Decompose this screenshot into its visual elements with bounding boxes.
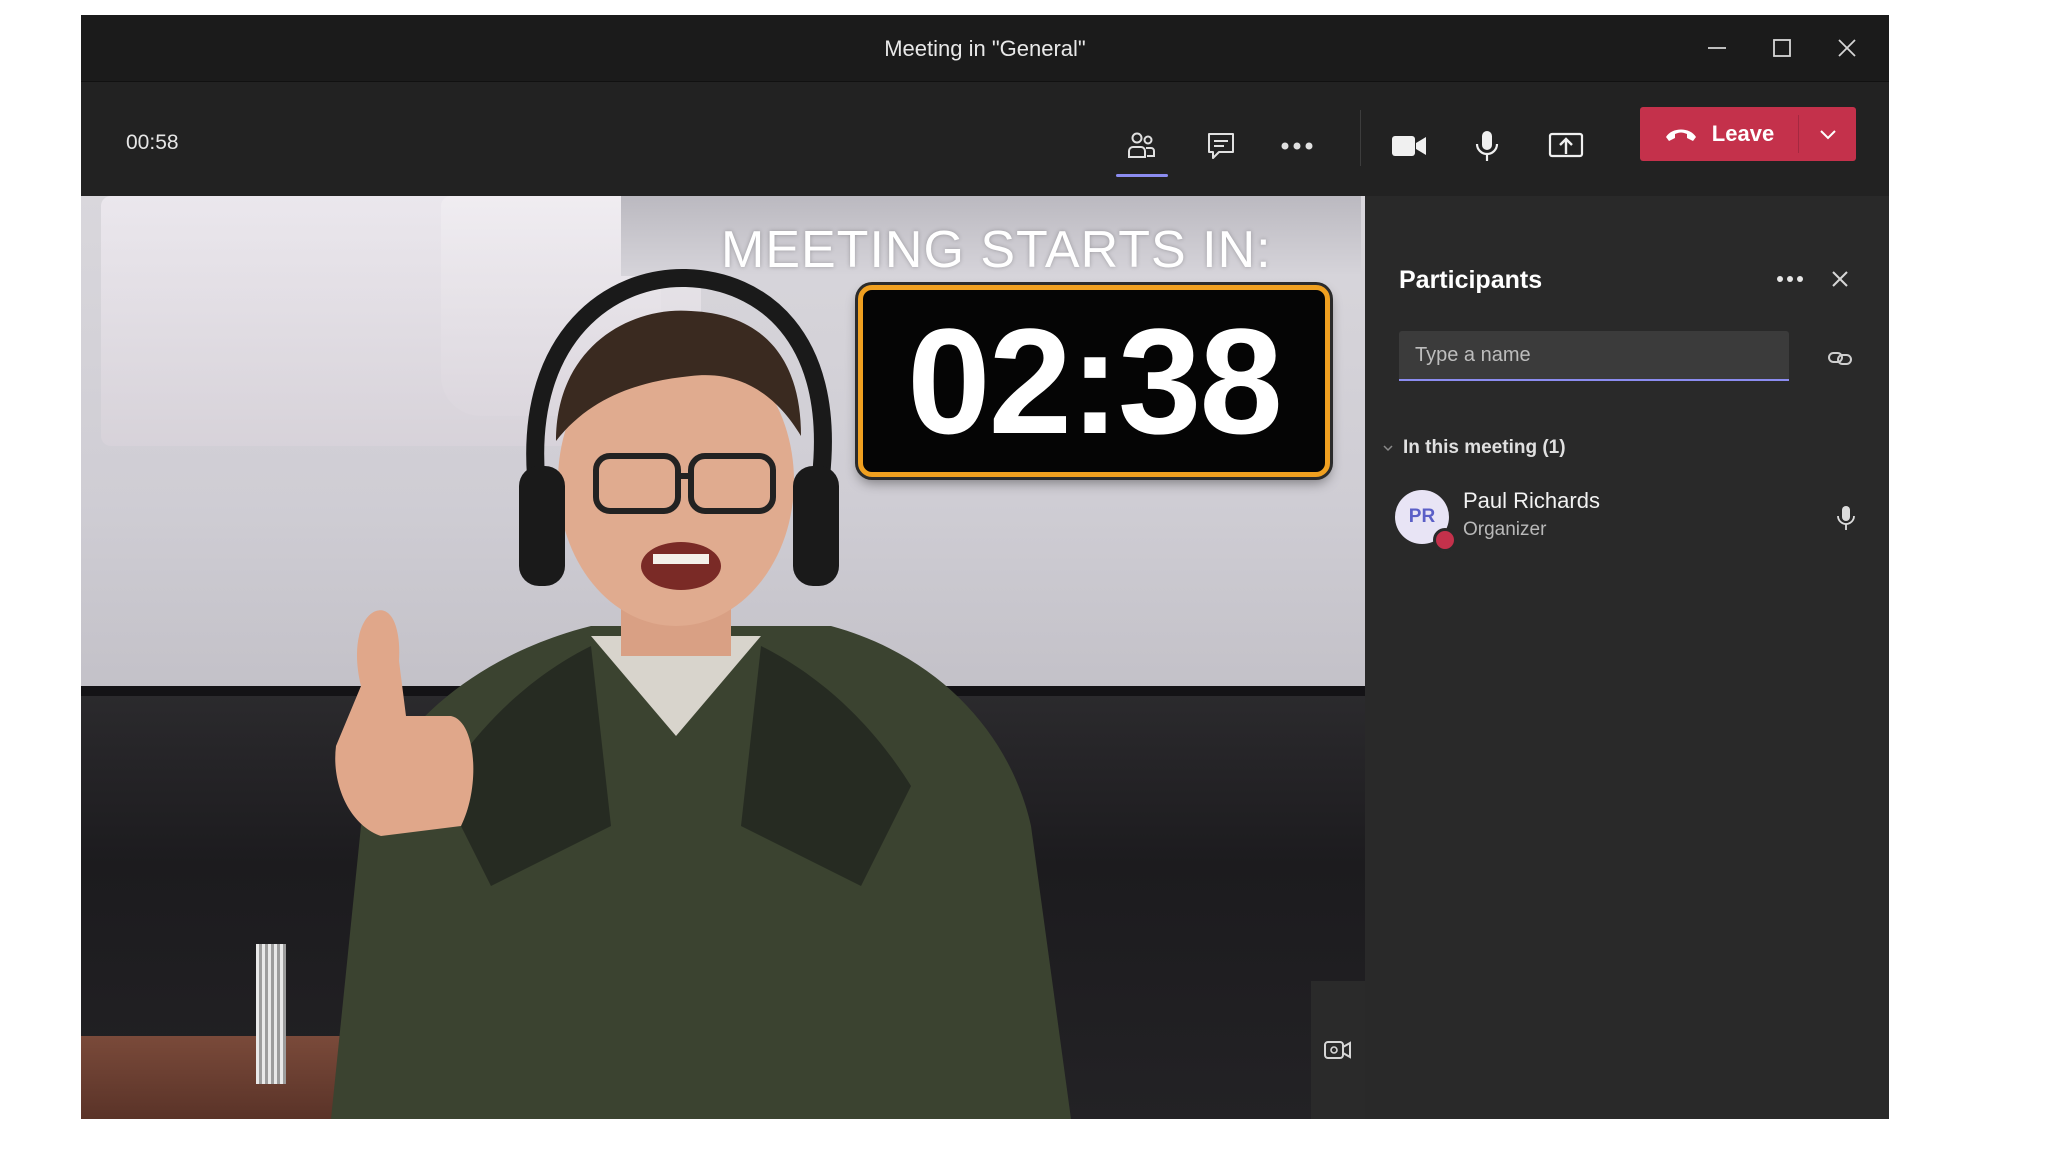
close-participants-panel-button[interactable] xyxy=(1820,259,1860,299)
hang-up-icon xyxy=(1665,129,1696,141)
camera-switch-icon xyxy=(1324,1041,1351,1059)
maximize-button[interactable] xyxy=(1762,28,1802,68)
chat-icon xyxy=(1208,133,1234,159)
participant-search-input[interactable] xyxy=(1399,331,1789,381)
leave-button[interactable]: Leave xyxy=(1640,107,1856,161)
minimize-button[interactable] xyxy=(1697,28,1737,68)
chevron-down-icon xyxy=(1819,130,1836,140)
more-actions-button[interactable] xyxy=(1269,118,1325,174)
participants-panel: Participants In this meeting (1) P xyxy=(1365,196,1889,1119)
participant-list-item[interactable]: PR Paul Richards Organizer xyxy=(1395,486,1865,554)
more-icon xyxy=(1281,142,1313,150)
camera-icon xyxy=(1392,136,1426,156)
participants-panel-title: Participants xyxy=(1399,266,1543,294)
title-bar: Meeting in "General" xyxy=(81,15,1889,82)
in-meeting-section-label: In this meeting (1) xyxy=(1403,437,1566,458)
participant-role: Organizer xyxy=(1463,519,1547,540)
camera-toggle-button[interactable] xyxy=(1381,118,1437,174)
more-icon xyxy=(1777,276,1803,282)
presence-status-dot xyxy=(1433,528,1457,552)
chevron-down-icon xyxy=(1383,445,1393,452)
leave-options-dropdown[interactable] xyxy=(1799,107,1856,161)
switch-camera-button[interactable] xyxy=(1311,981,1365,1119)
share-screen-icon xyxy=(1548,132,1584,158)
countdown-timer-value: 02:38 xyxy=(907,297,1283,465)
background-radiator xyxy=(256,944,286,1084)
meeting-window: Meeting in "General" 00:58 Leave MEETING… xyxy=(81,15,1889,1119)
participant-mic-button[interactable] xyxy=(1826,498,1866,538)
maximize-icon xyxy=(1773,39,1791,57)
leave-label: Leave xyxy=(1711,121,1775,146)
close-icon xyxy=(1838,39,1856,57)
close-window-button[interactable] xyxy=(1827,28,1867,68)
meeting-elapsed-time: 00:58 xyxy=(126,131,179,154)
show-chat-button[interactable] xyxy=(1193,118,1249,174)
active-tab-indicator xyxy=(1116,174,1168,177)
video-stage: MEETING STARTS IN: 02:38 xyxy=(81,196,1365,1119)
close-icon xyxy=(1832,271,1848,287)
microphone-icon xyxy=(1475,131,1499,161)
share-screen-button[interactable] xyxy=(1538,118,1594,174)
copy-meeting-link-button[interactable] xyxy=(1820,338,1860,378)
show-participants-button[interactable] xyxy=(1114,118,1170,174)
participants-more-button[interactable] xyxy=(1770,259,1810,299)
window-title: Meeting in "General" xyxy=(884,36,1086,61)
toolbar-divider xyxy=(1360,110,1361,166)
leave-main-action[interactable]: Leave xyxy=(1640,107,1798,161)
in-meeting-section-header[interactable]: In this meeting (1) xyxy=(1383,437,1566,459)
participant-name: Paul Richards xyxy=(1463,488,1600,513)
minimize-icon xyxy=(1708,47,1726,49)
countdown-timer-box: 02:38 xyxy=(858,285,1330,477)
microphone-toggle-button[interactable] xyxy=(1459,118,1515,174)
microphone-icon xyxy=(1837,506,1855,530)
countdown-banner: MEETING STARTS IN: xyxy=(721,221,1272,279)
link-icon xyxy=(1828,352,1852,365)
meeting-toolbar: 00:58 Leave xyxy=(81,82,1889,196)
participants-icon xyxy=(1128,132,1155,158)
